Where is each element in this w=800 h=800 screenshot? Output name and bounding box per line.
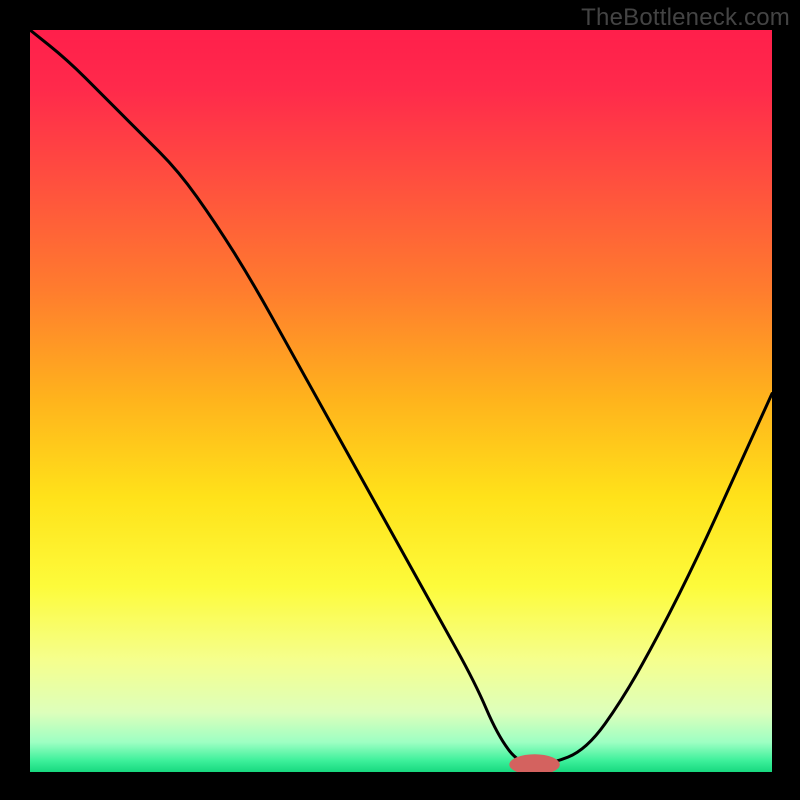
plot-background — [30, 30, 772, 772]
watermark-text: TheBottleneck.com — [581, 4, 790, 32]
chart-container: TheBottleneck.com — [0, 0, 800, 800]
bottleneck-plot — [30, 30, 772, 772]
